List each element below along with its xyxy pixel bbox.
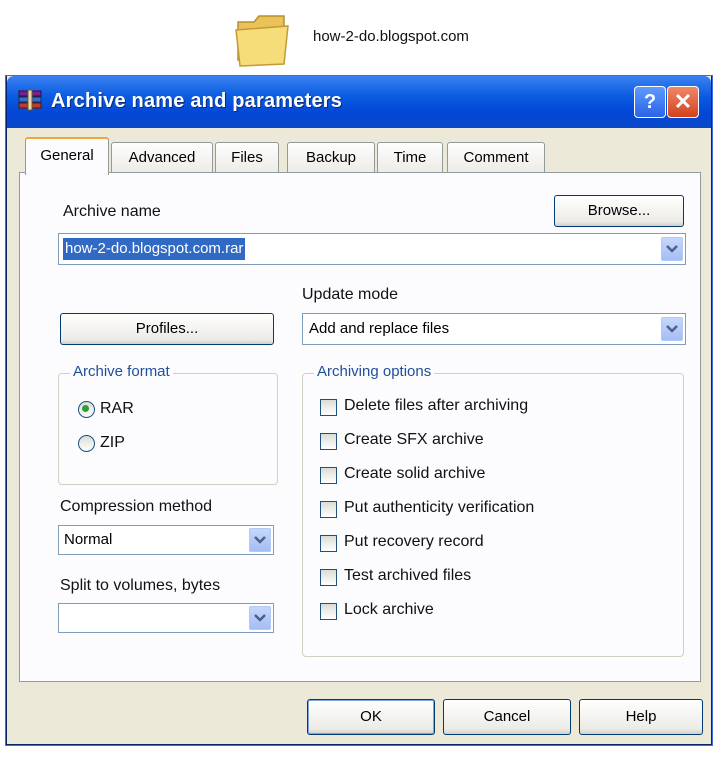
archive-dialog: Archive name and parameters ? ✕ General … [6, 76, 712, 745]
close-icon[interactable]: ✕ [667, 86, 699, 118]
winrar-books-icon [17, 89, 43, 113]
authenticity-label[interactable]: Put authenticity verification [344, 499, 534, 517]
zip-label[interactable]: ZIP [100, 434, 125, 452]
create-sfx-label[interactable]: Create SFX archive [344, 431, 484, 449]
create-sfx-checkbox[interactable] [320, 433, 337, 450]
create-solid-checkbox[interactable] [320, 467, 337, 484]
general-tab-panel: Archive name Browse... how-2-do.blogspot… [19, 172, 701, 682]
delete-files-label[interactable]: Delete files after archiving [344, 397, 528, 415]
update-mode-value: Add and replace files [309, 320, 450, 337]
chevron-down-icon[interactable] [249, 606, 271, 630]
compression-method-value: Normal [64, 531, 113, 548]
tab-time[interactable]: Time [377, 142, 443, 173]
create-solid-label[interactable]: Create solid archive [344, 465, 485, 483]
tab-files[interactable]: Files [215, 142, 279, 173]
radio-selected-dot [82, 405, 89, 412]
folder-icon[interactable] [232, 8, 292, 70]
test-files-checkbox[interactable] [320, 569, 337, 586]
archive-format-title: Archive format [70, 363, 173, 380]
ok-button[interactable]: OK [307, 699, 435, 735]
help-button[interactable]: Help [579, 699, 703, 735]
test-files-label[interactable]: Test archived files [344, 567, 471, 585]
archive-format-group [58, 373, 278, 485]
folder-caption[interactable]: how-2-do.blogspot.com [313, 28, 469, 45]
authenticity-checkbox[interactable] [320, 501, 337, 518]
browse-button[interactable]: Browse... [554, 195, 684, 227]
tab-backup[interactable]: Backup [287, 142, 375, 173]
window-title: Archive name and parameters [51, 90, 343, 112]
tab-comment[interactable]: Comment [447, 142, 545, 173]
compression-method-label: Compression method [60, 498, 213, 515]
help-icon[interactable]: ? [634, 86, 666, 118]
update-mode-label: Update mode [302, 286, 399, 303]
profiles-button[interactable]: Profiles... [60, 313, 274, 345]
rar-label[interactable]: RAR [100, 400, 134, 418]
zip-radio[interactable] [78, 435, 95, 452]
rar-radio[interactable] [78, 401, 95, 418]
lock-archive-checkbox[interactable] [320, 603, 337, 620]
update-mode-select[interactable]: Add and replace files [302, 313, 686, 345]
tab-general[interactable]: General [25, 137, 109, 175]
split-volumes-select[interactable] [58, 603, 274, 633]
recovery-record-checkbox[interactable] [320, 535, 337, 552]
lock-archive-label[interactable]: Lock archive [344, 601, 434, 619]
split-volumes-label: Split to volumes, bytes [60, 577, 221, 594]
chevron-down-icon[interactable] [249, 528, 271, 552]
chevron-down-icon[interactable] [661, 237, 683, 261]
recovery-record-label[interactable]: Put recovery record [344, 533, 484, 551]
archive-name-value[interactable]: how-2-do.blogspot.com.rar [63, 238, 246, 260]
archive-name-label: Archive name [63, 203, 161, 220]
tab-advanced[interactable]: Advanced [111, 142, 213, 173]
cancel-button[interactable]: Cancel [443, 699, 571, 735]
title-bar[interactable]: Archive name and parameters ? ✕ [7, 76, 711, 128]
archiving-options-title: Archiving options [314, 363, 435, 380]
archive-name-field[interactable]: how-2-do.blogspot.com.rar [58, 233, 686, 265]
delete-files-checkbox[interactable] [320, 399, 337, 416]
chevron-down-icon[interactable] [661, 317, 683, 341]
compression-method-select[interactable]: Normal [58, 525, 274, 555]
